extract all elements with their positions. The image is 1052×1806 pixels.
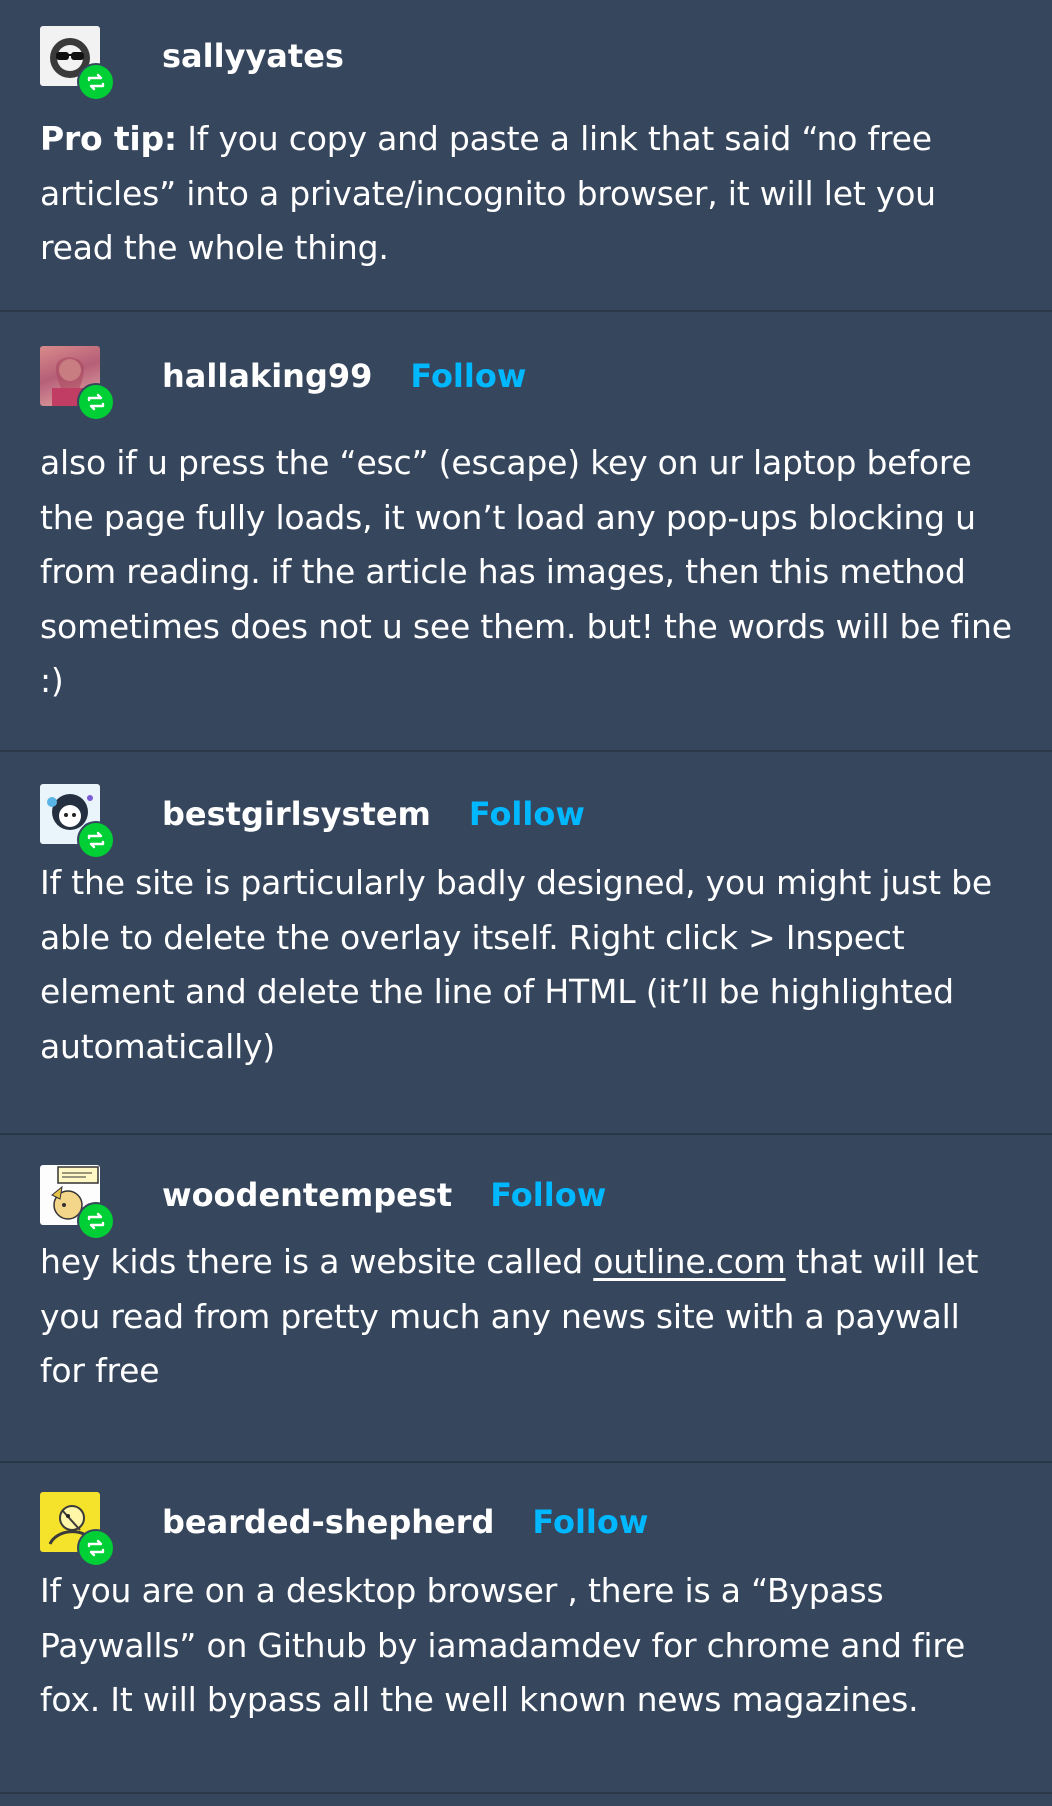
post-body: If you are on a desktop browser , there … (40, 1571, 966, 1719)
reblog-post: bestgirlsystem Follow If the site is par… (0, 752, 1052, 1135)
avatar[interactable] (40, 26, 115, 101)
post-body: Pro tip: If you copy and paste a link th… (40, 112, 1012, 276)
post-body: also if u press the “esc” (escape) key o… (40, 443, 1012, 700)
post-username[interactable]: hallaking99 (162, 357, 372, 395)
post-header: bearded-shepherd Follow (40, 1490, 648, 1567)
follow-button[interactable]: Follow (532, 1503, 648, 1541)
post-body: If the site is particularly badly design… (40, 863, 992, 1066)
reblog-icon (77, 383, 115, 421)
reblog-post: woodentempest Follow hey kids there is a… (0, 1135, 1052, 1463)
post-username[interactable]: woodentempest (162, 1176, 452, 1214)
post-body-text: hey kids there is a website called (40, 1242, 594, 1281)
avatar[interactable] (40, 1492, 115, 1567)
post-username[interactable]: sallyyates (162, 37, 344, 75)
reblog-icon (77, 1529, 115, 1567)
avatar[interactable] (40, 784, 115, 859)
post-header: sallyyates (40, 24, 344, 101)
reblog-icon (77, 63, 115, 101)
post-username[interactable]: bearded-shepherd (162, 1503, 494, 1541)
follow-button[interactable]: Follow (490, 1176, 606, 1214)
reblog-icon (77, 821, 115, 859)
reblog-post: hallaking99 Follow also if u press the “… (0, 312, 1052, 752)
post-header: hallaking99 Follow (40, 344, 526, 421)
post-header: bestgirlsystem Follow (40, 782, 585, 859)
post-header: woodentempest Follow (40, 1163, 606, 1240)
post-username[interactable]: bestgirlsystem (162, 795, 431, 833)
reblog-post: bearded-shepherd Follow If you are on a … (0, 1463, 1052, 1794)
reblog-post: sallyyates Pro tip: If you copy and past… (0, 0, 1052, 312)
follow-button[interactable]: Follow (469, 795, 585, 833)
avatar[interactable] (40, 346, 115, 421)
post-body-bold-prefix: Pro tip: (40, 119, 177, 158)
avatar[interactable] (40, 1165, 115, 1240)
post-body: hey kids there is a website called outli… (40, 1235, 1012, 1399)
follow-button[interactable]: Follow (410, 357, 526, 395)
outline-link[interactable]: outline.com (593, 1242, 786, 1281)
reblog-thread: sallyyates Pro tip: If you copy and past… (0, 0, 1052, 1794)
